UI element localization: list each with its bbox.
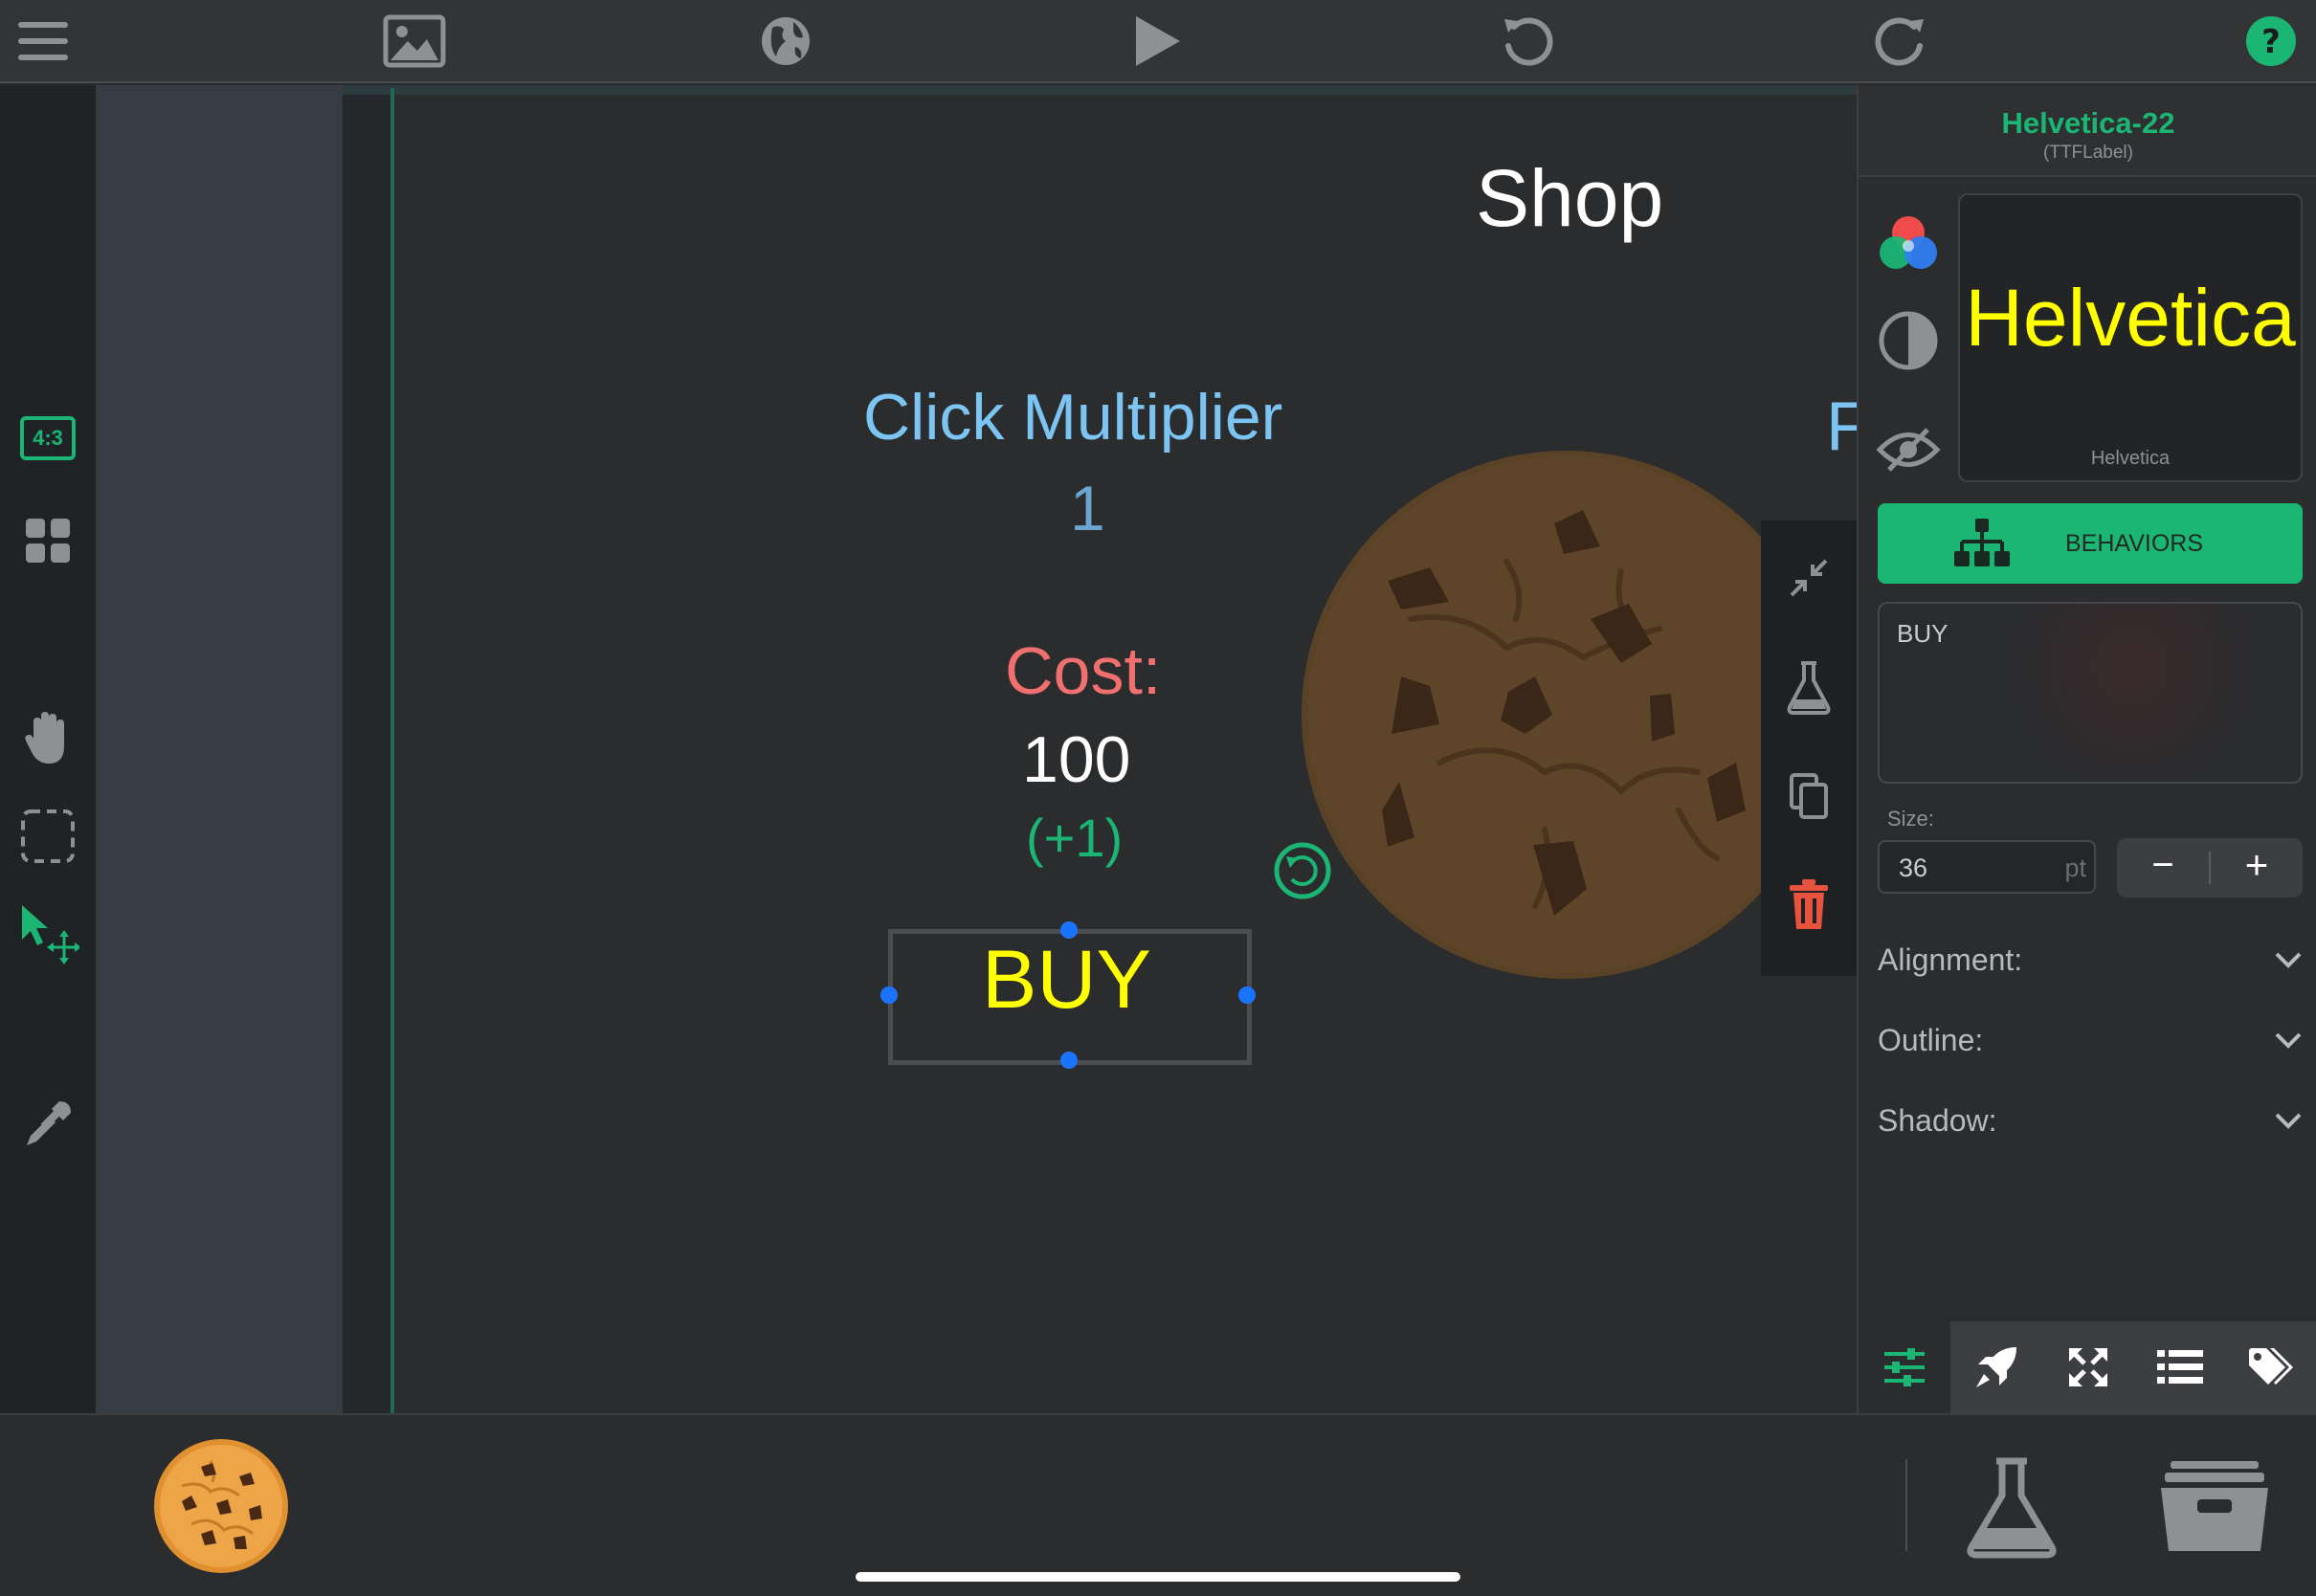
sliders-icon [1884, 1348, 1925, 1386]
click-multiplier-label[interactable]: Click Multiplier [863, 380, 1282, 454]
eyedropper-icon[interactable] [13, 1090, 82, 1159]
resize-handle-top[interactable] [1060, 921, 1078, 939]
aspect-ratio-label: 4:3 [33, 426, 63, 450]
tab-tags[interactable] [2226, 1321, 2316, 1413]
svg-text:?: ? [2261, 23, 2281, 61]
inspector-tabs [1859, 1321, 2316, 1413]
flask-icon[interactable] [1964, 1455, 2060, 1561]
trash-icon[interactable] [1780, 876, 1837, 934]
size-value: 36 [1899, 853, 1928, 882]
expand-icon [2069, 1348, 2107, 1386]
object-type: (TTFLabel) [2043, 143, 2133, 163]
shop-title[interactable]: Shop [1476, 152, 1663, 245]
hand-icon[interactable] [13, 704, 82, 773]
shrink-icon[interactable] [1780, 549, 1837, 607]
resize-handle-left[interactable] [880, 986, 898, 1004]
left-toolbar: 4:3 [0, 85, 96, 1413]
resize-handle-right[interactable] [1238, 986, 1256, 1004]
globe-icon[interactable] [752, 10, 819, 73]
inspector-panel: Helvetica-22 (TTFLabel) Helvetica Helvet… [1857, 85, 2316, 1413]
cost-label[interactable]: Cost: [1005, 632, 1161, 709]
inspector-header: Helvetica-22 (TTFLabel) [1859, 85, 2316, 177]
behaviors-label: BEHAVIORS [2065, 530, 2204, 557]
bottom-divider [1905, 1459, 1907, 1551]
list-icon [2157, 1350, 2203, 1384]
tab-transform[interactable] [2042, 1321, 2134, 1413]
chevron-down-icon [2275, 952, 2302, 968]
shadow-label: Shadow: [1878, 1102, 1997, 1138]
tab-properties[interactable] [1859, 1321, 1950, 1413]
behaviors-icon [1954, 519, 2010, 573]
shadow-row[interactable]: Shadow: [1878, 1092, 2303, 1149]
color-icon[interactable] [1874, 210, 1943, 278]
bonus-label[interactable]: (+1) [1026, 807, 1123, 869]
scene-margin [96, 85, 343, 1413]
click-multiplier-value[interactable]: 1 [1070, 472, 1105, 544]
opacity-icon[interactable] [1874, 306, 1943, 375]
behaviors-button[interactable]: BEHAVIORS [1878, 503, 2303, 584]
archive-icon[interactable] [2157, 1459, 2272, 1555]
select-move-icon[interactable] [13, 898, 82, 967]
tab-list[interactable] [2134, 1321, 2226, 1413]
marquee-select-icon[interactable] [13, 802, 82, 871]
size-input[interactable]: 36 pt [1878, 840, 2096, 894]
rotate-handle-icon[interactable] [1273, 841, 1332, 900]
scene-canvas[interactable]: Shop Click Multiplier 1 Cost: 100 (+1) F… [394, 95, 1857, 1413]
cookie-asset-icon[interactable] [153, 1438, 289, 1574]
size-increment-button[interactable]: + [2211, 842, 2303, 888]
size-decrement-button[interactable]: − [2117, 844, 2209, 887]
size-unit: pt [2064, 853, 2086, 882]
top-toolbar: ? [0, 0, 2316, 83]
text-content-field[interactable]: BUY [1878, 602, 2303, 784]
aspect-ratio-icon[interactable]: 4:3 [13, 404, 82, 473]
grid-icon[interactable] [13, 506, 82, 575]
cost-value[interactable]: 100 [1022, 722, 1130, 797]
menu-icon[interactable] [10, 10, 77, 73]
font-preview[interactable]: Helvetica Helvetica [1958, 193, 2303, 482]
asset-bar [0, 1413, 2316, 1596]
buy-label[interactable]: BUY [982, 933, 1151, 1028]
alignment-row[interactable]: Alignment: [1878, 931, 2303, 988]
size-label: Size: [1887, 807, 1934, 831]
flask-icon[interactable] [1780, 658, 1837, 716]
image-icon[interactable] [381, 10, 448, 73]
outline-label: Outline: [1878, 1022, 1984, 1057]
font-preview-name: Helvetica [2090, 448, 2171, 469]
tab-physics[interactable] [1950, 1321, 2042, 1413]
chevron-down-icon [2275, 1113, 2302, 1129]
undo-icon[interactable] [1495, 10, 1562, 73]
visibility-icon[interactable] [1874, 415, 1943, 484]
top-guide [343, 85, 1857, 95]
size-stepper: − + [2117, 838, 2303, 898]
font-preview-text: Helvetica [1965, 273, 2296, 363]
copy-icon[interactable] [1780, 767, 1837, 825]
text-content-value: BUY [1897, 619, 1949, 648]
alignment-label: Alignment: [1878, 942, 2023, 977]
rocket-icon [1976, 1347, 2016, 1387]
tags-icon [2249, 1348, 2293, 1385]
help-icon[interactable]: ? [2238, 10, 2305, 73]
home-indicator [856, 1572, 1460, 1582]
object-action-bar [1761, 521, 1857, 976]
outline-row[interactable]: Outline: [1878, 1011, 2303, 1069]
object-name: Helvetica-22 [2001, 106, 2175, 140]
chevron-down-icon [2275, 1032, 2302, 1049]
play-icon[interactable] [1124, 10, 1191, 73]
scene-margin-inner [343, 95, 390, 1413]
cookie-sprite[interactable] [1296, 447, 1836, 983]
redo-icon[interactable] [1866, 10, 1933, 73]
resize-handle-bottom[interactable] [1060, 1052, 1078, 1069]
